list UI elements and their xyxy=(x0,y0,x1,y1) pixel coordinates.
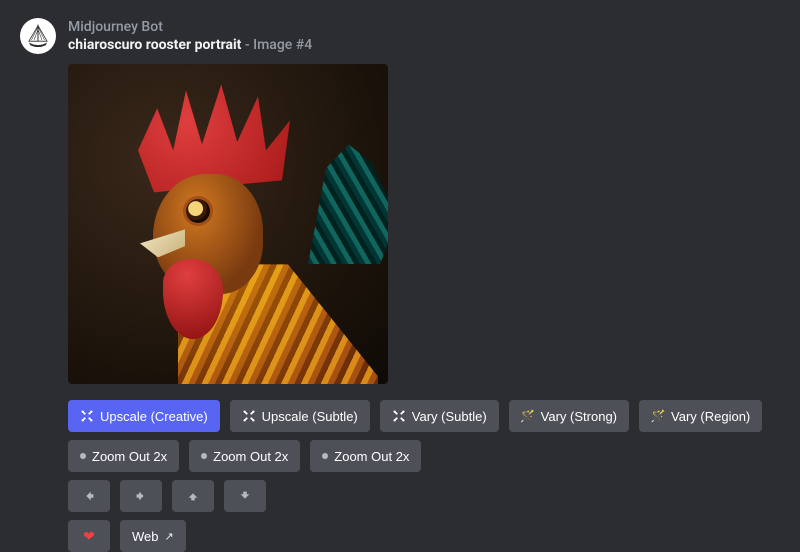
zoom-out-2x-button[interactable]: Zoom Out 2x xyxy=(189,440,300,472)
expand-icon xyxy=(80,409,94,423)
vary-subtle-button[interactable]: Vary (Subtle) xyxy=(380,400,499,432)
row-upscale-vary: Upscale (Creative) Upscale (Subtle) Vary… xyxy=(68,400,780,432)
zoom-out-2x-button[interactable]: Zoom Out 2x xyxy=(68,440,179,472)
vary-strong-button[interactable]: 🪄 Vary (Strong) xyxy=(509,400,629,432)
sailboat-icon xyxy=(25,23,51,49)
open-web-button[interactable]: Web ↗ xyxy=(120,520,186,552)
button-label: Zoom Out 2x xyxy=(334,449,409,464)
title-block: Midjourney Bot chiaroscuro rooster portr… xyxy=(68,18,312,54)
rooster-illustration xyxy=(68,64,388,384)
heart-icon: ❤ xyxy=(83,528,95,545)
upscale-creative-button[interactable]: Upscale (Creative) xyxy=(68,400,220,432)
image-suffix: - Image #4 xyxy=(245,37,312,53)
arrow-down-icon xyxy=(238,489,252,503)
favorite-button[interactable]: ❤ xyxy=(68,520,110,552)
upscale-subtle-button[interactable]: Upscale (Subtle) xyxy=(230,400,370,432)
button-label: Vary (Region) xyxy=(671,409,750,424)
button-label: Zoom Out 2x xyxy=(92,449,167,464)
button-label: Upscale (Creative) xyxy=(100,409,208,424)
dot-icon xyxy=(322,453,328,459)
button-label: Web xyxy=(132,529,159,544)
generated-image-container xyxy=(68,64,780,384)
generated-image[interactable] xyxy=(68,64,388,384)
button-label: Upscale (Subtle) xyxy=(262,409,358,424)
message-header: Midjourney Bot chiaroscuro rooster portr… xyxy=(20,18,780,54)
row-zoom: Zoom Out 2x Zoom Out 2x Zoom Out 2x xyxy=(68,440,780,472)
dot-icon xyxy=(80,453,86,459)
dot-icon xyxy=(201,453,207,459)
pan-up-button[interactable] xyxy=(172,480,214,512)
button-label: Vary (Strong) xyxy=(541,409,617,424)
expand-icon xyxy=(242,409,256,423)
pan-left-button[interactable] xyxy=(68,480,110,512)
prompt-text: chiaroscuro rooster portrait xyxy=(68,37,241,53)
button-label: Vary (Subtle) xyxy=(412,409,487,424)
expand-icon xyxy=(392,409,406,423)
zoom-out-2x-button[interactable]: Zoom Out 2x xyxy=(310,440,421,472)
vary-region-button[interactable]: 🪄 Vary (Region) xyxy=(639,400,762,432)
row-pan-arrows xyxy=(68,480,780,512)
row-extra: ❤ Web ↗ xyxy=(68,520,780,552)
wand-icon: 🪄 xyxy=(651,409,665,423)
wand-icon: 🪄 xyxy=(521,409,535,423)
bot-name: Midjourney Bot xyxy=(68,18,312,36)
arrow-left-icon xyxy=(82,489,96,503)
bot-avatar xyxy=(20,18,56,54)
pan-down-button[interactable] xyxy=(224,480,266,512)
pan-right-button[interactable] xyxy=(120,480,162,512)
arrow-right-icon xyxy=(134,489,148,503)
prompt-line: chiaroscuro rooster portrait - Image #4 xyxy=(68,36,312,54)
action-buttons: Upscale (Creative) Upscale (Subtle) Vary… xyxy=(68,400,780,552)
external-link-icon: ↗ xyxy=(165,530,174,543)
arrow-up-icon xyxy=(186,489,200,503)
button-label: Zoom Out 2x xyxy=(213,449,288,464)
